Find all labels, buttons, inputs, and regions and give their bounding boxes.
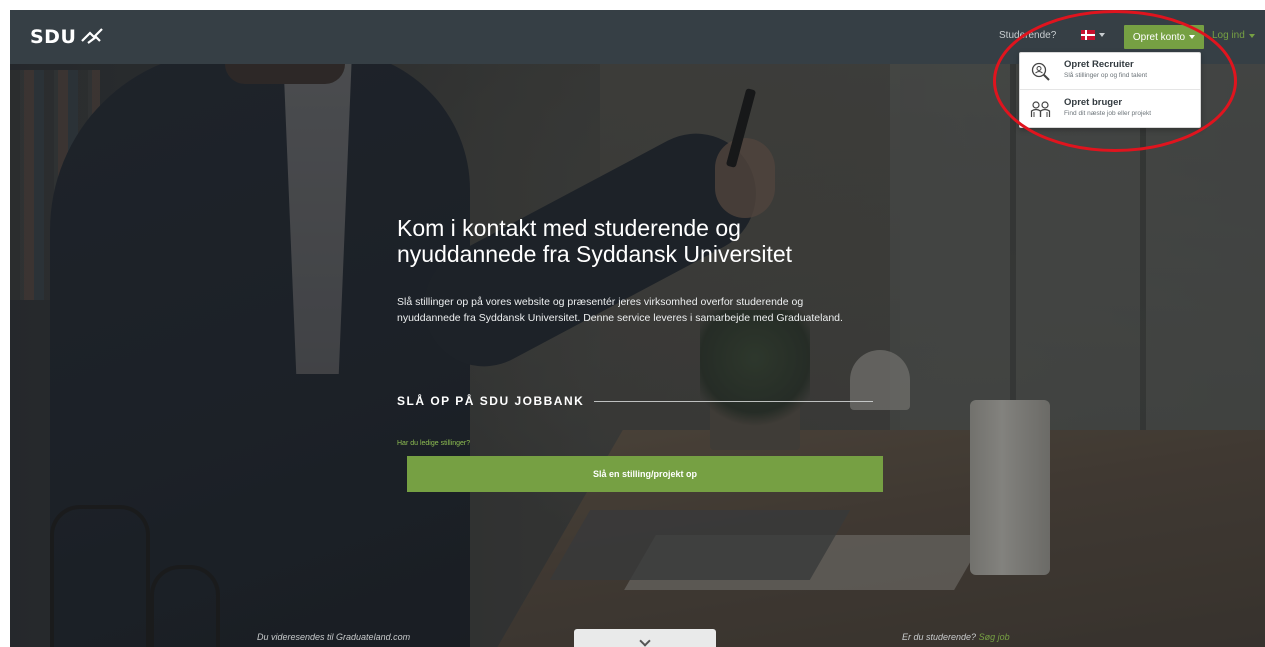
section-heading: SLÅ OP PÅ SDU JOBBANK: [397, 394, 585, 408]
hero-title: Kom i kontakt med studerende og nyuddann…: [397, 215, 793, 267]
vacancies-question-link[interactable]: Har du ledige stillinger?: [397, 440, 470, 447]
chevron-down-icon: [639, 635, 651, 647]
sdu-logo[interactable]: SDU: [30, 26, 104, 48]
logo-text: SDU: [30, 26, 77, 48]
caret-down-icon: [1248, 33, 1255, 38]
scroll-down-tab[interactable]: [574, 629, 716, 647]
section-heading-row: SLÅ OP PÅ SDU JOBBANK: [397, 394, 873, 408]
login-label: Log ind: [1212, 30, 1245, 41]
student-question: Er du studerende?: [902, 632, 977, 642]
post-job-button[interactable]: Slå en stilling/projekt op: [407, 456, 883, 492]
search-jobs-link[interactable]: Søg job: [979, 632, 1010, 642]
section-divider: [594, 400, 873, 402]
sdu-bird-logo-icon: [81, 28, 104, 44]
login-menu[interactable]: Log ind: [1212, 30, 1255, 41]
hero-description: Slå stillinger op på vores website og pr…: [397, 296, 843, 324]
redirect-notice: Du videresendes til Graduateland.com: [257, 632, 411, 642]
page-frame: SDU Studerende? Opret konto Log ind Opre…: [10, 10, 1265, 647]
student-job-prompt: Er du studerende? Søg job: [902, 632, 1010, 642]
red-annotation-ellipse: [993, 10, 1237, 152]
